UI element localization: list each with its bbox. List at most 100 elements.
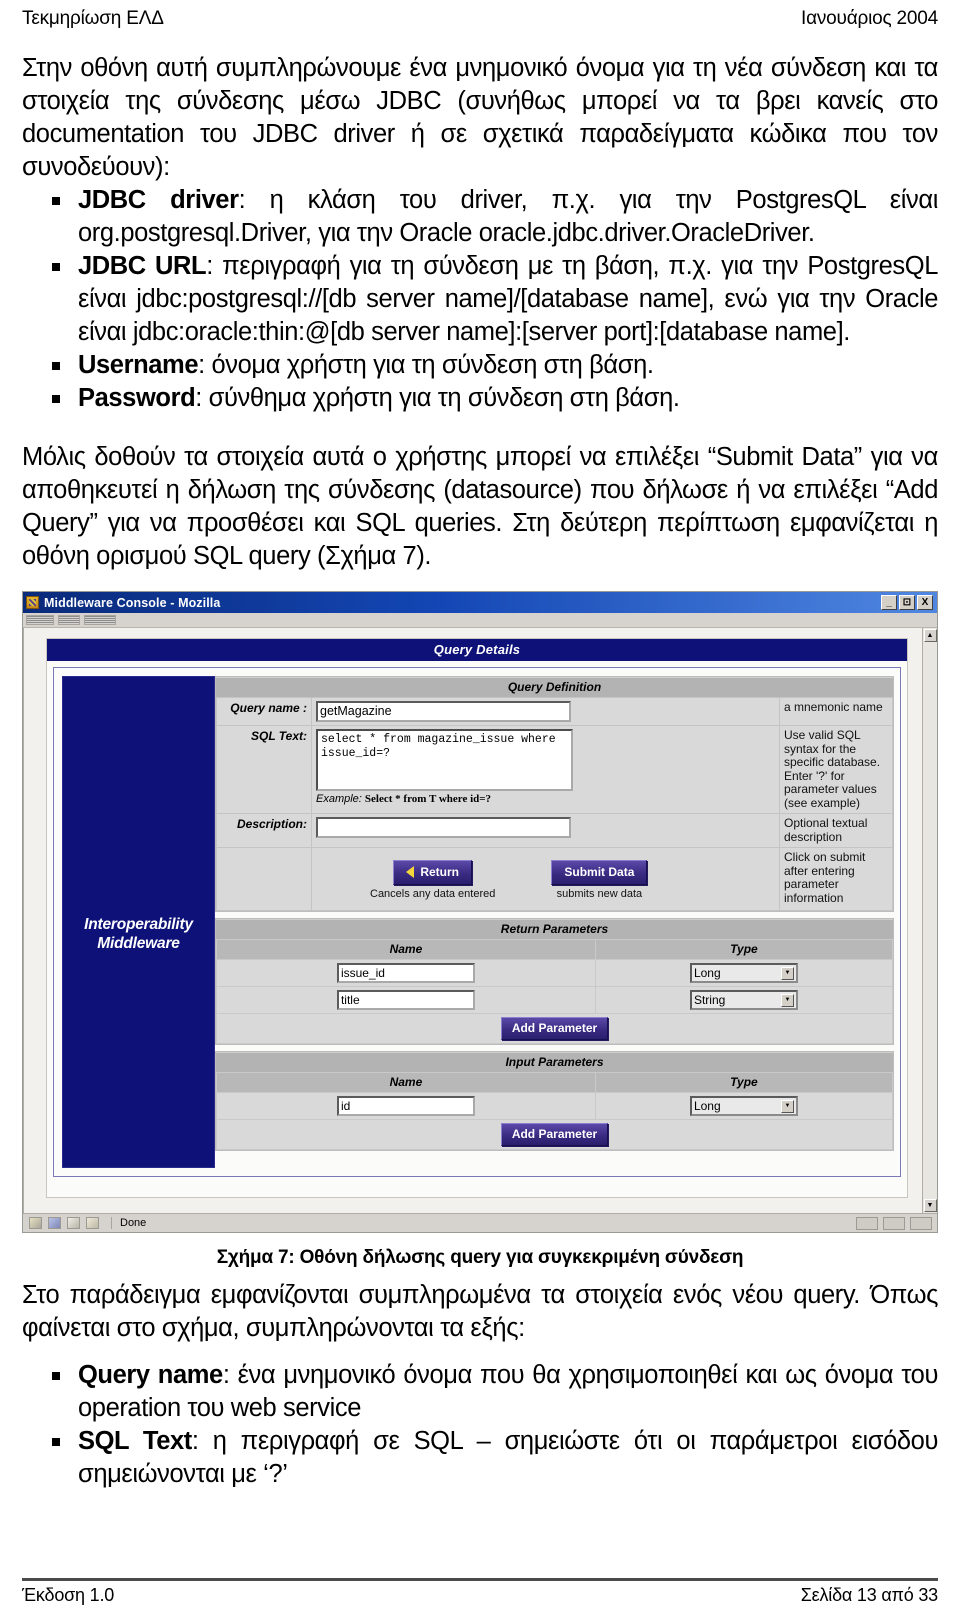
table-row: Add Parameter: [216, 1013, 893, 1044]
document-page: Τεκμηρίωση ΕΛΔ Ιανουάριος 2004 Στην οθόν…: [0, 0, 960, 1616]
list-item-term: JDBC URL: [78, 252, 207, 280]
chevron-down-icon: ▼: [780, 1099, 794, 1113]
close-button[interactable]: X: [917, 595, 933, 610]
brand-line-2: Middleware: [97, 935, 180, 952]
console-page: Query Details Interoperability Middlewar…: [46, 638, 908, 1198]
query-name-label: Query name :: [216, 697, 312, 726]
sql-example-text: Select * from T where id=?: [364, 793, 492, 805]
list-item-term: JDBC driver: [78, 186, 239, 214]
list-item: Username: όνομα χρήστη για τη σύνδεση στ…: [52, 349, 938, 382]
table-row: Return Cancels any data entered Submit D…: [216, 847, 893, 911]
sql-text-hint: Use valid SQL syntax for the specific da…: [779, 725, 893, 814]
actions-label-empty: [216, 847, 312, 911]
query-name-input[interactable]: getMagazine: [316, 701, 571, 722]
return-parameters-table: Name Type issue_id Long ▼ title String ▼…: [216, 939, 894, 1044]
table-row: issue_id Long ▼: [216, 959, 894, 987]
paragraph-after-figure: Στο παράδειγμα εμφανίζονται συμπληρωμένα…: [22, 1281, 938, 1342]
maximize-button[interactable]: ⊡: [899, 595, 915, 610]
input-param-name-input[interactable]: id: [336, 1096, 475, 1116]
input-add-cell: Add Parameter: [216, 1119, 893, 1150]
list-item: Query name: ένα μνημονικό όνομα που θα χ…: [52, 1359, 938, 1425]
table-header-row: Name Type: [216, 1072, 894, 1093]
table-row: title String ▼: [216, 986, 894, 1014]
security-icon[interactable]: [86, 1217, 99, 1229]
vertical-scrollbar[interactable]: ▲ ▼: [922, 628, 937, 1213]
sql-example-line: Example: Select * from T where id=?: [316, 793, 775, 805]
description-cell: [311, 813, 780, 848]
query-field-list: Query name: ένα μνημονικό όνομα που θα χ…: [22, 1359, 938, 1491]
statusbar-icons: [25, 1217, 107, 1229]
return-row-name-cell: title: [216, 986, 596, 1014]
cookie-icon[interactable]: [29, 1217, 42, 1229]
menu-item-3[interactable]: [84, 615, 116, 625]
progress-meter-icon: [856, 1216, 878, 1230]
actions-cell: Return Cancels any data entered Submit D…: [311, 847, 780, 911]
chevron-down-icon: ▼: [780, 993, 794, 1007]
list-item-text: : όνομα χρήστη για τη σύνδεση στη βάση.: [198, 351, 654, 379]
console-layout: Interoperability Middleware Query Defini…: [53, 667, 901, 1177]
jdbc-field-list: JDBC driver: η κλάση του driver, π.χ. γι…: [22, 184, 938, 415]
return-param-type-select[interactable]: Long ▼: [689, 963, 798, 983]
sql-text-label: SQL Text:: [216, 725, 312, 814]
sql-example-prefix: Example:: [316, 793, 362, 805]
popup-blocking-icon[interactable]: [67, 1217, 80, 1229]
return-param-type-select[interactable]: String ▼: [689, 990, 798, 1010]
description-input[interactable]: [316, 817, 571, 838]
table-row: Description: Optional textual descriptio…: [216, 813, 893, 848]
browser-statusbar: Done: [23, 1213, 937, 1232]
menu-item-1[interactable]: [26, 615, 54, 625]
chevron-down-icon: ▼: [780, 966, 794, 980]
return-param-name-input[interactable]: title: [336, 990, 475, 1010]
submit-data-button[interactable]: Submit Data: [551, 860, 648, 885]
bullet-square-icon: [52, 263, 60, 271]
table-row: SQL Text: select * from magazine_issue w…: [216, 725, 893, 814]
list-item: JDBC URL: περιγραφή για τη σύνδεση με τη…: [52, 250, 938, 349]
scroll-up-icon[interactable]: ▲: [923, 629, 937, 642]
return-row-name-cell: issue_id: [216, 959, 596, 987]
return-button-group: Return Cancels any data entered: [370, 860, 495, 900]
input-param-type-select[interactable]: Long ▼: [689, 1096, 798, 1116]
table-header-row: Name Type: [216, 939, 894, 960]
table-row: Add Parameter: [216, 1119, 893, 1150]
submit-data-button-label: Submit Data: [564, 865, 635, 879]
list-item: Password: σύνθημα χρήστη για τη σύνδεση …: [52, 382, 938, 415]
offline-status-icon[interactable]: [883, 1216, 905, 1230]
list-item-text: : περιγραφή για τη σύνδεση με τη βάση, π…: [78, 252, 938, 346]
list-item-term: Query name: [78, 1361, 223, 1389]
query-definition-section: Query Definition Query name : getMagazin…: [215, 676, 894, 912]
forms-column: Query Definition Query name : getMagazin…: [215, 668, 900, 1176]
minimize-button[interactable]: _: [881, 595, 897, 610]
return-button-label: Return: [420, 865, 460, 879]
submit-button-group: Submit Data submits new data: [551, 860, 648, 900]
menu-item-2[interactable]: [58, 615, 80, 625]
list-item-text: : η περιγραφή σε SQL – σημειώστε ότι οι …: [78, 1427, 938, 1488]
image-blocking-icon[interactable]: [48, 1217, 61, 1229]
document-footer: Έκδοση 1.0 Σελίδα 13 από 33: [22, 1578, 938, 1606]
footer-rule: [22, 1578, 938, 1581]
statusbar-right-icons: [856, 1216, 935, 1230]
web-page-content: Query Details Interoperability Middlewar…: [24, 628, 922, 1213]
return-param-name-input[interactable]: issue_id: [336, 963, 475, 983]
return-button[interactable]: Return: [393, 860, 473, 885]
list-item-term: SQL Text: [78, 1427, 192, 1455]
sql-text-cell: select * from magazine_issue where issue…: [311, 725, 780, 814]
input-col-name: Name: [216, 1072, 596, 1093]
browser-viewport: Query Details Interoperability Middlewar…: [23, 628, 937, 1213]
query-name-hint: a mnemonic name: [779, 697, 893, 726]
input-col-type: Type: [594, 1072, 894, 1093]
brand-line-1: Interoperability: [84, 916, 193, 933]
mozilla-app-icon: [26, 596, 39, 609]
query-name-cell: getMagazine: [311, 697, 780, 726]
input-parameters-section: Input Parameters Name Type id Long ▼ Add…: [215, 1051, 894, 1151]
header-left-text: Τεκμηρίωση ΕΛΔ: [22, 8, 164, 29]
sql-text-textarea[interactable]: select * from magazine_issue where issue…: [316, 729, 573, 791]
lock-icon[interactable]: [910, 1216, 932, 1230]
browser-menubar[interactable]: [23, 613, 937, 628]
scroll-down-icon[interactable]: ▼: [923, 1199, 937, 1212]
add-return-parameter-button[interactable]: Add Parameter: [500, 1017, 609, 1040]
window-title: Middleware Console - Mozilla: [44, 595, 221, 610]
add-input-parameter-button[interactable]: Add Parameter: [500, 1123, 609, 1146]
document-header: Τεκμηρίωση ΕΛΔ Ιανουάριος 2004: [22, 0, 938, 30]
paragraph-after-bullets: Μόλις δοθούν τα στοιχεία αυτά ο χρήστης …: [22, 443, 938, 570]
